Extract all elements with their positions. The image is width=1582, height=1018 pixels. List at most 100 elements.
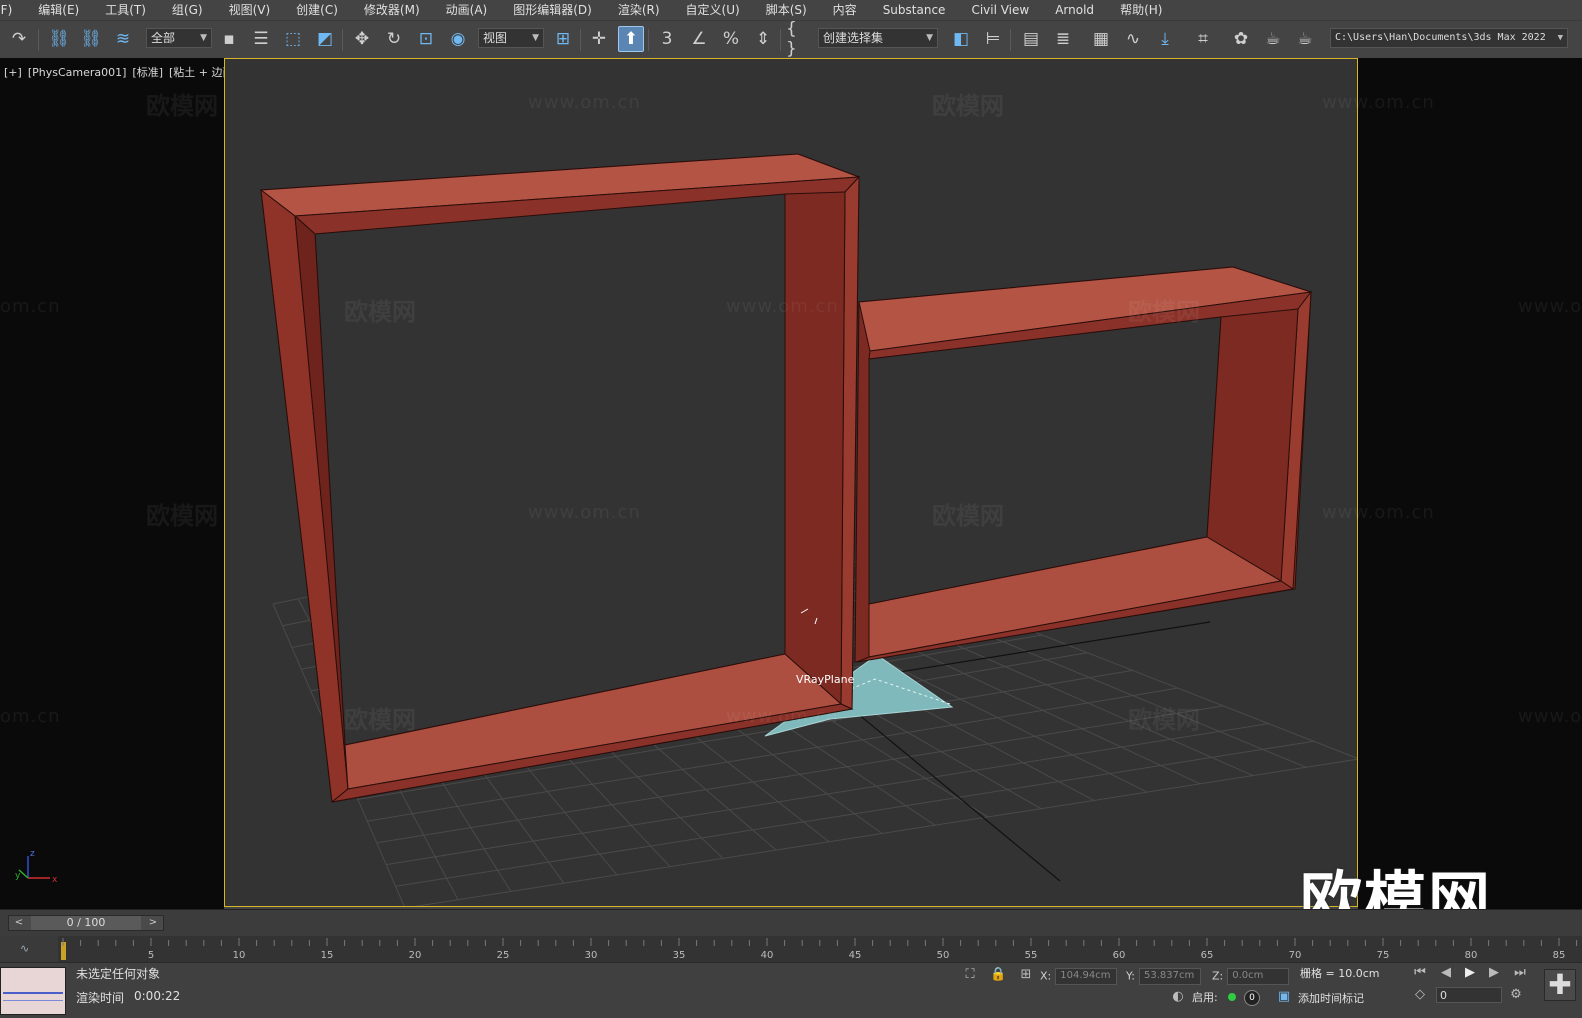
menu-item[interactable]: 修改器(M) (351, 0, 433, 20)
play-icon[interactable]: ▶ (1462, 965, 1478, 981)
left-viewport-panel[interactable] (0, 58, 224, 909)
menu-item[interactable]: 创建(C) (283, 0, 351, 20)
time-tag-icon[interactable]: ▣ (1276, 989, 1292, 1005)
render-setup-icon[interactable]: ☕ (1260, 26, 1286, 52)
edit-named-selection-icon[interactable]: { } (786, 19, 812, 59)
menu-item[interactable]: 工具(T) (92, 0, 159, 20)
curve-editor-icon[interactable]: ∿ (1120, 26, 1146, 52)
current-frame-field[interactable]: 0 (1436, 987, 1502, 1003)
timeline-tick-label: 10 (233, 950, 246, 961)
enable-status-dot (1228, 993, 1236, 1001)
go-to-end-icon[interactable]: ⏭ (1512, 965, 1528, 981)
timeline-tick-label: 5 (148, 950, 154, 961)
enable-label: 启用: (1192, 991, 1218, 1004)
coord-y-field[interactable]: 53.837cm (1138, 968, 1201, 985)
select-and-scale-icon[interactable]: ⊡ (413, 26, 439, 52)
viewport-label[interactable]: [+] [PhysCamera001] [标准] [粘土 + 边面] (4, 64, 244, 80)
maxscript-listener-mini[interactable] (0, 967, 66, 1015)
select-and-link-icon[interactable]: ⛓ (46, 26, 72, 52)
watermark-url: www.om.cn (726, 706, 839, 727)
mirror-icon[interactable]: ◧ (948, 26, 974, 52)
viewport-camera-label[interactable]: [PhysCamera001] (28, 66, 127, 79)
time-slider[interactable]: < 0 / 100 > (8, 915, 164, 931)
right-shelf-frame[interactable] (854, 266, 1313, 663)
next-frame-icon[interactable]: ▶ (1486, 965, 1502, 981)
key-mode-icon[interactable]: ◇ (1412, 987, 1428, 1003)
schematic-view-icon[interactable]: ⌗ (1190, 26, 1216, 52)
prev-frame-arrow-icon[interactable]: < (11, 916, 27, 930)
material-editor-icon[interactable]: ✿ (1228, 26, 1254, 52)
coord-x-field[interactable]: 104.94cm (1055, 968, 1118, 985)
grid-size: 栅格 = 10.0cm (1300, 967, 1380, 980)
select-object-icon[interactable]: ▪ (216, 26, 242, 52)
next-frame-arrow-icon[interactable]: > (145, 916, 161, 930)
select-and-rotate-icon[interactable]: ↻ (381, 26, 407, 52)
layer-explorer-icon[interactable]: ≣ (1050, 26, 1076, 52)
scene-explorer-icon[interactable]: ▤ (1018, 26, 1044, 52)
go-to-start-icon[interactable]: ⏮ (1412, 965, 1428, 981)
chevron-down-icon: ▼ (532, 33, 539, 43)
absolute-mode-icon[interactable]: ⊞ (1018, 967, 1034, 983)
menu-item[interactable]: 视图(V) (216, 0, 284, 20)
selection-filter-dropdown[interactable]: 全部 ▼ (146, 28, 212, 48)
menu-item[interactable]: Substance (870, 0, 959, 20)
timeline-tick-label: 25 (497, 950, 510, 961)
menu-item[interactable]: 脚本(S) (753, 0, 820, 20)
menu-item[interactable]: 动画(A) (433, 0, 501, 20)
chevron-down-icon: ▼ (200, 33, 207, 43)
dope-sheet-icon[interactable]: ⤓ (1152, 26, 1178, 52)
coord-z-field[interactable]: 0.0cm (1227, 968, 1290, 985)
time-slider-label[interactable]: 0 / 100 (31, 916, 141, 930)
bind-to-space-warp-icon[interactable]: ≋ (110, 26, 136, 52)
select-manipulate-icon[interactable]: ✛ (586, 26, 612, 52)
rectangular-selection-icon[interactable]: ⬚ (280, 26, 306, 52)
angle-snap-icon[interactable]: ∠ (686, 26, 712, 52)
enable-count-badge[interactable]: 0 (1244, 990, 1260, 1006)
reference-coordinate-dropdown[interactable]: 视图 ▼ (478, 28, 544, 48)
select-and-place-icon[interactable]: ◉ (445, 26, 471, 52)
menu-item[interactable]: 组(G) (159, 0, 216, 20)
set-key-icon[interactable]: ✚ (1544, 969, 1576, 1001)
selection-lock-icon[interactable]: 🔒 (990, 967, 1006, 983)
menu-item[interactable]: 自定义(U) (673, 0, 753, 20)
timeline-tick-label: 60 (1113, 950, 1126, 961)
menu-item[interactable]: 图形编辑器(D) (500, 0, 605, 20)
time-configuration-icon[interactable]: ⚙ (1508, 987, 1524, 1003)
isolate-selection-icon[interactable]: ⛶ (962, 967, 978, 983)
track-bar[interactable]: ∿ 5 10 15 20 25 30 35 40 45 50 55 60 65 70 75 80 85 (0, 936, 1582, 962)
status-bar: 未选定任何对象 渲染时间 0:00:22 ⛶ 🔒 ⊞ X: 104.94cm Y:… (0, 962, 1582, 1018)
viewport-shading-standard[interactable]: [标准] (132, 66, 163, 79)
project-path-dropdown[interactable]: C:\Users\Han\Documents\3ds Max 2022 ▼ (1330, 28, 1568, 48)
viewport-menu-plus[interactable]: [+] (4, 66, 22, 79)
spinner-snap-icon[interactable]: ⇕ (750, 26, 776, 52)
select-by-name-icon[interactable]: ☰ (248, 26, 274, 52)
use-pivot-center-icon[interactable]: ⊞ (550, 26, 576, 52)
toolbar-separator (648, 29, 649, 51)
adaptive-degradation-icon[interactable]: ◐ (1170, 989, 1186, 1005)
redo-icon[interactable]: ↷ (6, 26, 32, 52)
window-crossing-icon[interactable]: ◩ (312, 26, 338, 52)
previous-frame-icon[interactable]: ◀ (1438, 965, 1454, 981)
menu-item[interactable]: 帮助(H) (1107, 0, 1175, 20)
keyboard-shortcut-override-icon[interactable]: ⬆ (618, 26, 644, 52)
right-viewport-panel[interactable] (1358, 58, 1582, 909)
perspective-viewport[interactable]: VRayPlane (224, 58, 1358, 907)
menu-item[interactable]: 渲染(R) (605, 0, 673, 20)
toggle-ribbon-icon[interactable]: ▦ (1088, 26, 1114, 52)
named-selection-dropdown[interactable]: 创建选择集 ▼ (818, 28, 938, 48)
timeline-tick-label: 45 (849, 950, 862, 961)
render-icon[interactable]: ☕ (1292, 26, 1318, 52)
menu-item[interactable]: 内容 (820, 0, 870, 20)
menu-item[interactable]: 编辑(E) (25, 0, 92, 20)
unlink-icon[interactable]: ⛓ (78, 26, 104, 52)
snaps-toggle-icon[interactable]: 3 (654, 26, 680, 52)
timeline-tick-label: 80 (1465, 950, 1478, 961)
curve-editor-mini-icon: ∿ (20, 942, 29, 955)
menu-item[interactable]: (F) (0, 0, 25, 20)
align-icon[interactable]: ⊨ (980, 26, 1006, 52)
menu-item[interactable]: Arnold (1042, 0, 1107, 20)
add-time-tag[interactable]: 添加时间标记 (1298, 990, 1364, 1006)
select-and-move-icon[interactable]: ✥ (349, 26, 375, 52)
percent-snap-icon[interactable]: % (718, 26, 744, 52)
menu-item[interactable]: Civil View (958, 0, 1042, 20)
